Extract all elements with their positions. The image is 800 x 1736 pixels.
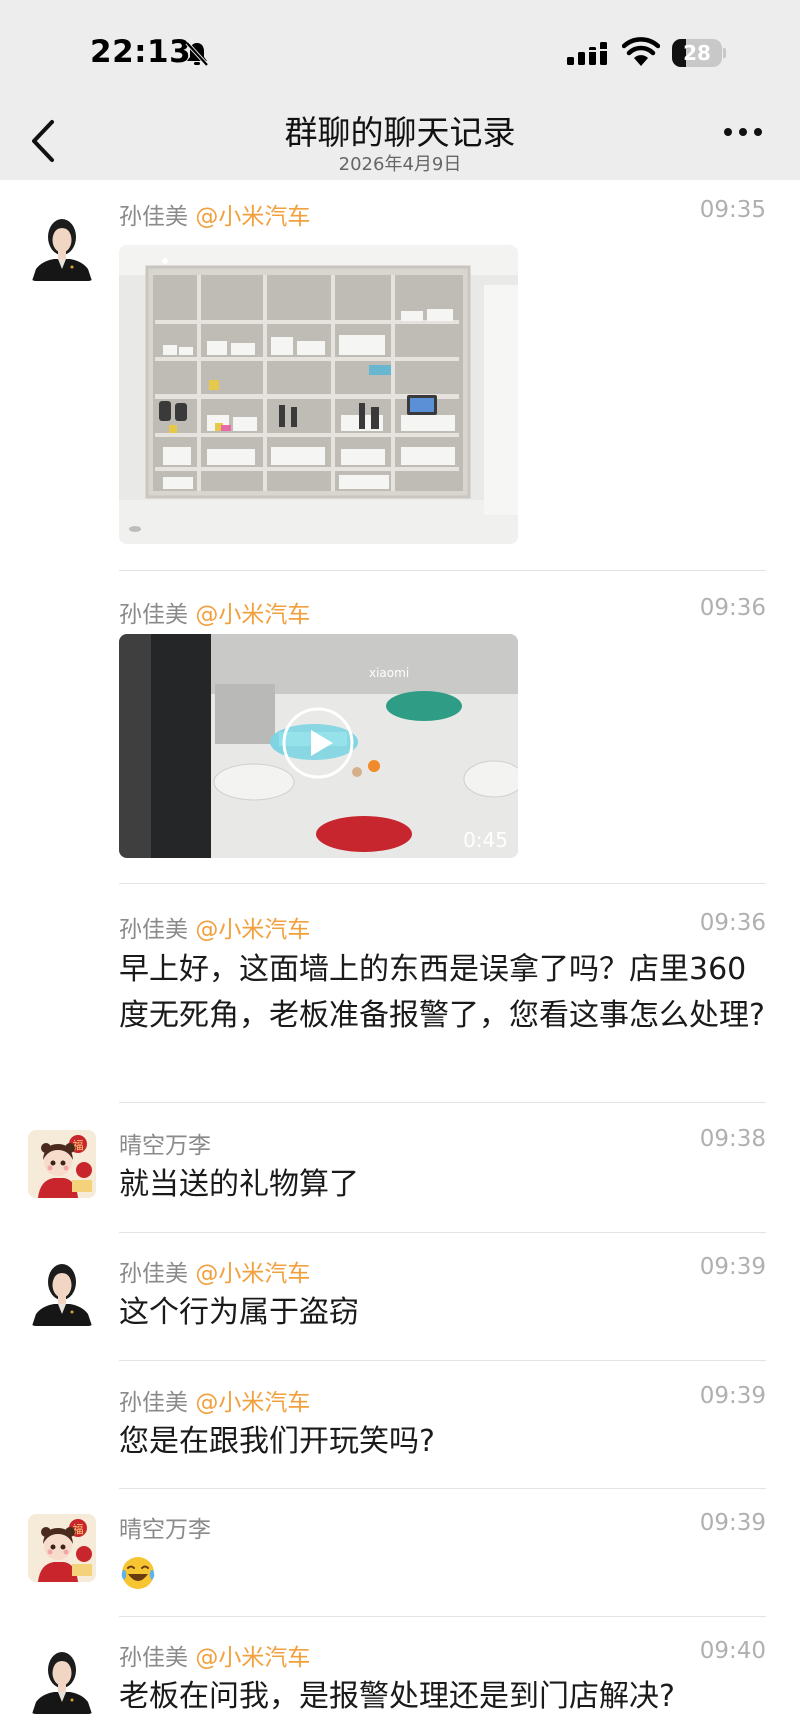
message-divider [119, 1360, 766, 1361]
avatar-sun-jiamei[interactable] [28, 213, 96, 281]
avatar-qingkong-wanli[interactable]: 福 [28, 1130, 96, 1198]
more-options-icon[interactable] [722, 120, 764, 144]
avatar-qingkong-wanli[interactable]: 福 [28, 1514, 96, 1582]
message-time: 09:36 [699, 910, 766, 936]
page-subtitle-date: 2026年4月9日 [338, 154, 462, 175]
battery-icon: 28 [672, 39, 726, 67]
message-time: 09:36 [699, 595, 766, 621]
message-text: 早上好，这面墙上的东西是误拿了吗？店里360 度无死角，老板准备报警了，您看这事… [119, 952, 765, 1033]
video-watermark-text: xiaomi [369, 666, 409, 680]
video-attachment[interactable]: xiaomi 0:45 [119, 634, 518, 858]
message-time: 09:39 [699, 1510, 766, 1536]
sender-name: 孙佳美 @小米汽车 [119, 1390, 311, 1416]
laughing-crying-emoji-icon [121, 1557, 155, 1589]
sender-name: 孙佳美 @小米汽车 [119, 917, 311, 943]
message-time: 09:38 [699, 1126, 766, 1152]
sender-name: 孙佳美 @小米汽车 [119, 1261, 311, 1287]
sender-name: 孙佳美 @小米汽车 [119, 1645, 311, 1671]
status-time: 22:13 [90, 34, 192, 70]
play-icon[interactable] [281, 706, 355, 780]
message-text: 这个行为属于盗窃 [119, 1295, 359, 1330]
message-text: 您是在跟我们开玩笑吗? [119, 1424, 435, 1459]
message-divider [119, 570, 766, 571]
sender-name: 孙佳美 @小米汽车 [119, 204, 311, 230]
page-title: 群聊的聊天记录 [284, 113, 516, 152]
sender-name: 晴空万李 [119, 1517, 211, 1543]
message-divider [119, 1232, 766, 1233]
sender-name: 孙佳美 @小米汽车 [119, 602, 311, 628]
video-duration: 0:45 [463, 828, 508, 852]
message-time: 09:35 [699, 197, 766, 223]
message-text: 老板在问我，是报警处理还是到门店解决? [119, 1679, 675, 1714]
cellular-signal-icon [567, 42, 607, 65]
avatar-sun-jiamei[interactable] [28, 1258, 96, 1326]
bell-muted-icon [185, 41, 209, 67]
avatar-sun-jiamei[interactable] [28, 1646, 96, 1714]
message-divider [119, 1488, 766, 1489]
message-divider [119, 1616, 766, 1617]
battery-percent: 28 [683, 41, 711, 65]
message-time: 09:39 [699, 1383, 766, 1409]
message-time: 09:39 [699, 1254, 766, 1280]
message-divider [119, 883, 766, 884]
top-bar: 22:13 28 群聊的聊天记录 2026年4月9日 [0, 0, 800, 180]
wifi-icon [622, 37, 660, 66]
message-divider [119, 1102, 766, 1103]
sender-name: 晴空万李 [119, 1133, 211, 1159]
image-attachment[interactable] [119, 245, 518, 544]
message-text: 就当送的礼物算了 [119, 1167, 359, 1202]
message-time: 09:40 [699, 1638, 766, 1664]
